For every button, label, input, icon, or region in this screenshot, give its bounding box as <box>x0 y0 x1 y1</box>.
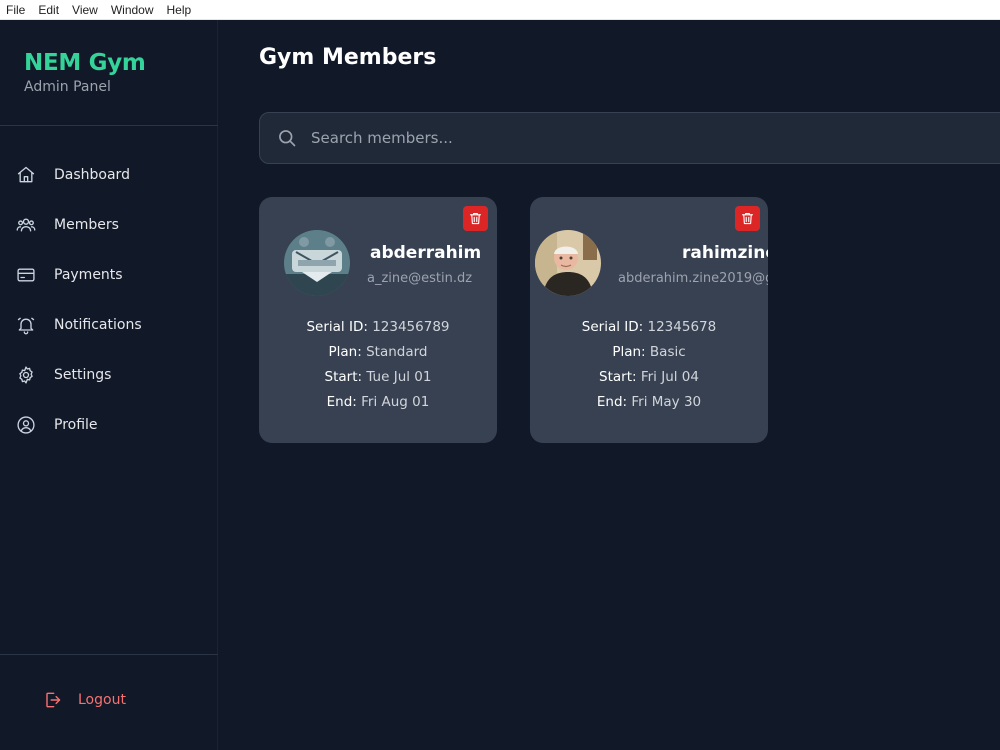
gear-icon <box>19 366 33 384</box>
member-email: abderahim.zine2019@gmail.com <box>618 271 768 286</box>
sidebar-item-label: Dashboard <box>54 167 130 183</box>
member-card: rahimzine abderahim.zine2019@gmail.com S… <box>530 197 768 443</box>
end-value: Fri May 30 <box>631 394 702 410</box>
end-row: End: Fri Aug 01 <box>259 390 497 415</box>
serial-row: Serial ID: 123456789 <box>259 315 497 340</box>
delete-member-button[interactable] <box>463 206 488 231</box>
start-value: Fri Jul 04 <box>640 369 699 385</box>
users-icon <box>16 218 36 232</box>
logout-label: Logout <box>78 692 126 708</box>
logout-icon <box>46 692 61 708</box>
trash-icon <box>469 212 482 225</box>
end-value: Fri Aug 01 <box>361 394 430 410</box>
member-details: Serial ID: 123456789 Plan: Standard Star… <box>259 315 497 415</box>
search-input[interactable] <box>311 129 911 147</box>
serial-row: Serial ID: 12345678 <box>530 315 768 340</box>
sidebar-item-settings[interactable]: Settings <box>0 350 218 400</box>
serial-value: 12345678 <box>647 319 717 335</box>
sidebar-item-profile[interactable]: Profile <box>0 400 218 450</box>
start-label: Start: <box>324 369 363 385</box>
sidebar-item-dashboard[interactable]: Dashboard <box>0 150 218 200</box>
delete-member-button[interactable] <box>735 206 760 231</box>
search-bar[interactable] <box>259 112 1000 164</box>
member-card: abderrahim a_zine@estin.dz Serial ID: 12… <box>259 197 497 443</box>
menu-file[interactable]: File <box>6 3 25 17</box>
avatar-image <box>284 230 350 296</box>
home-icon <box>17 166 35 183</box>
plan-value: Basic <box>649 344 686 360</box>
sidebar-divider <box>0 125 218 126</box>
sidebar-item-label: Notifications <box>54 317 142 333</box>
sidebar-item-notifications[interactable]: Notifications <box>0 300 218 350</box>
member-email: a_zine@estin.dz <box>367 271 473 286</box>
plan-label: Plan: <box>328 344 362 360</box>
plan-row: Plan: Basic <box>530 340 768 365</box>
sidebar-item-label: Profile <box>54 417 98 433</box>
end-label: End: <box>326 394 357 410</box>
start-value: Tue Jul 01 <box>366 369 432 385</box>
menu-view[interactable]: View <box>72 3 98 17</box>
sidebar-item-label: Settings <box>54 367 112 383</box>
sidebar-nav: Dashboard Members Payments Notifications… <box>0 150 218 450</box>
plan-row: Plan: Standard <box>259 340 497 365</box>
sidebar-item-payments[interactable]: Payments <box>0 250 218 300</box>
plan-value: Standard <box>366 344 428 360</box>
start-row: Start: Tue Jul 01 <box>259 365 497 390</box>
plan-label: Plan: <box>612 344 646 360</box>
user-circle-icon <box>17 416 35 434</box>
trash-icon <box>741 212 754 225</box>
credit-card-icon <box>17 268 35 282</box>
brand: NEM Gym Admin Panel <box>24 50 146 95</box>
serial-value: 123456789 <box>372 319 450 335</box>
member-name: abderrahim <box>370 243 482 263</box>
start-row: Start: Fri Jul 04 <box>530 365 768 390</box>
end-row: End: Fri May 30 <box>530 390 768 415</box>
page-title: Gym Members <box>259 45 437 70</box>
avatar <box>535 230 601 296</box>
brand-title: NEM Gym <box>24 50 146 76</box>
sidebar-item-label: Members <box>54 217 119 233</box>
member-details: Serial ID: 12345678 Plan: Basic Start: F… <box>530 315 768 415</box>
avatar-image <box>535 230 601 296</box>
search-icon <box>279 130 296 147</box>
sidebar-item-label: Payments <box>54 267 123 283</box>
avatar <box>284 230 350 296</box>
sidebar-divider <box>0 654 218 655</box>
brand-subtitle: Admin Panel <box>24 79 111 95</box>
menu-window[interactable]: Window <box>111 3 154 17</box>
serial-label: Serial ID: <box>306 319 368 335</box>
end-label: End: <box>596 394 628 410</box>
start-label: Start: <box>599 369 637 385</box>
menu-bar: File Edit View Window Help <box>0 0 1000 20</box>
bell-icon <box>17 317 35 335</box>
logout-button[interactable]: Logout <box>42 690 126 710</box>
menu-edit[interactable]: Edit <box>38 3 59 17</box>
member-name: rahimzine <box>682 243 768 263</box>
sidebar: NEM Gym Admin Panel Dashboard Members Pa… <box>0 20 218 750</box>
sidebar-item-members[interactable]: Members <box>0 200 218 250</box>
serial-label: Serial ID: <box>581 319 644 335</box>
menu-help[interactable]: Help <box>167 3 192 17</box>
